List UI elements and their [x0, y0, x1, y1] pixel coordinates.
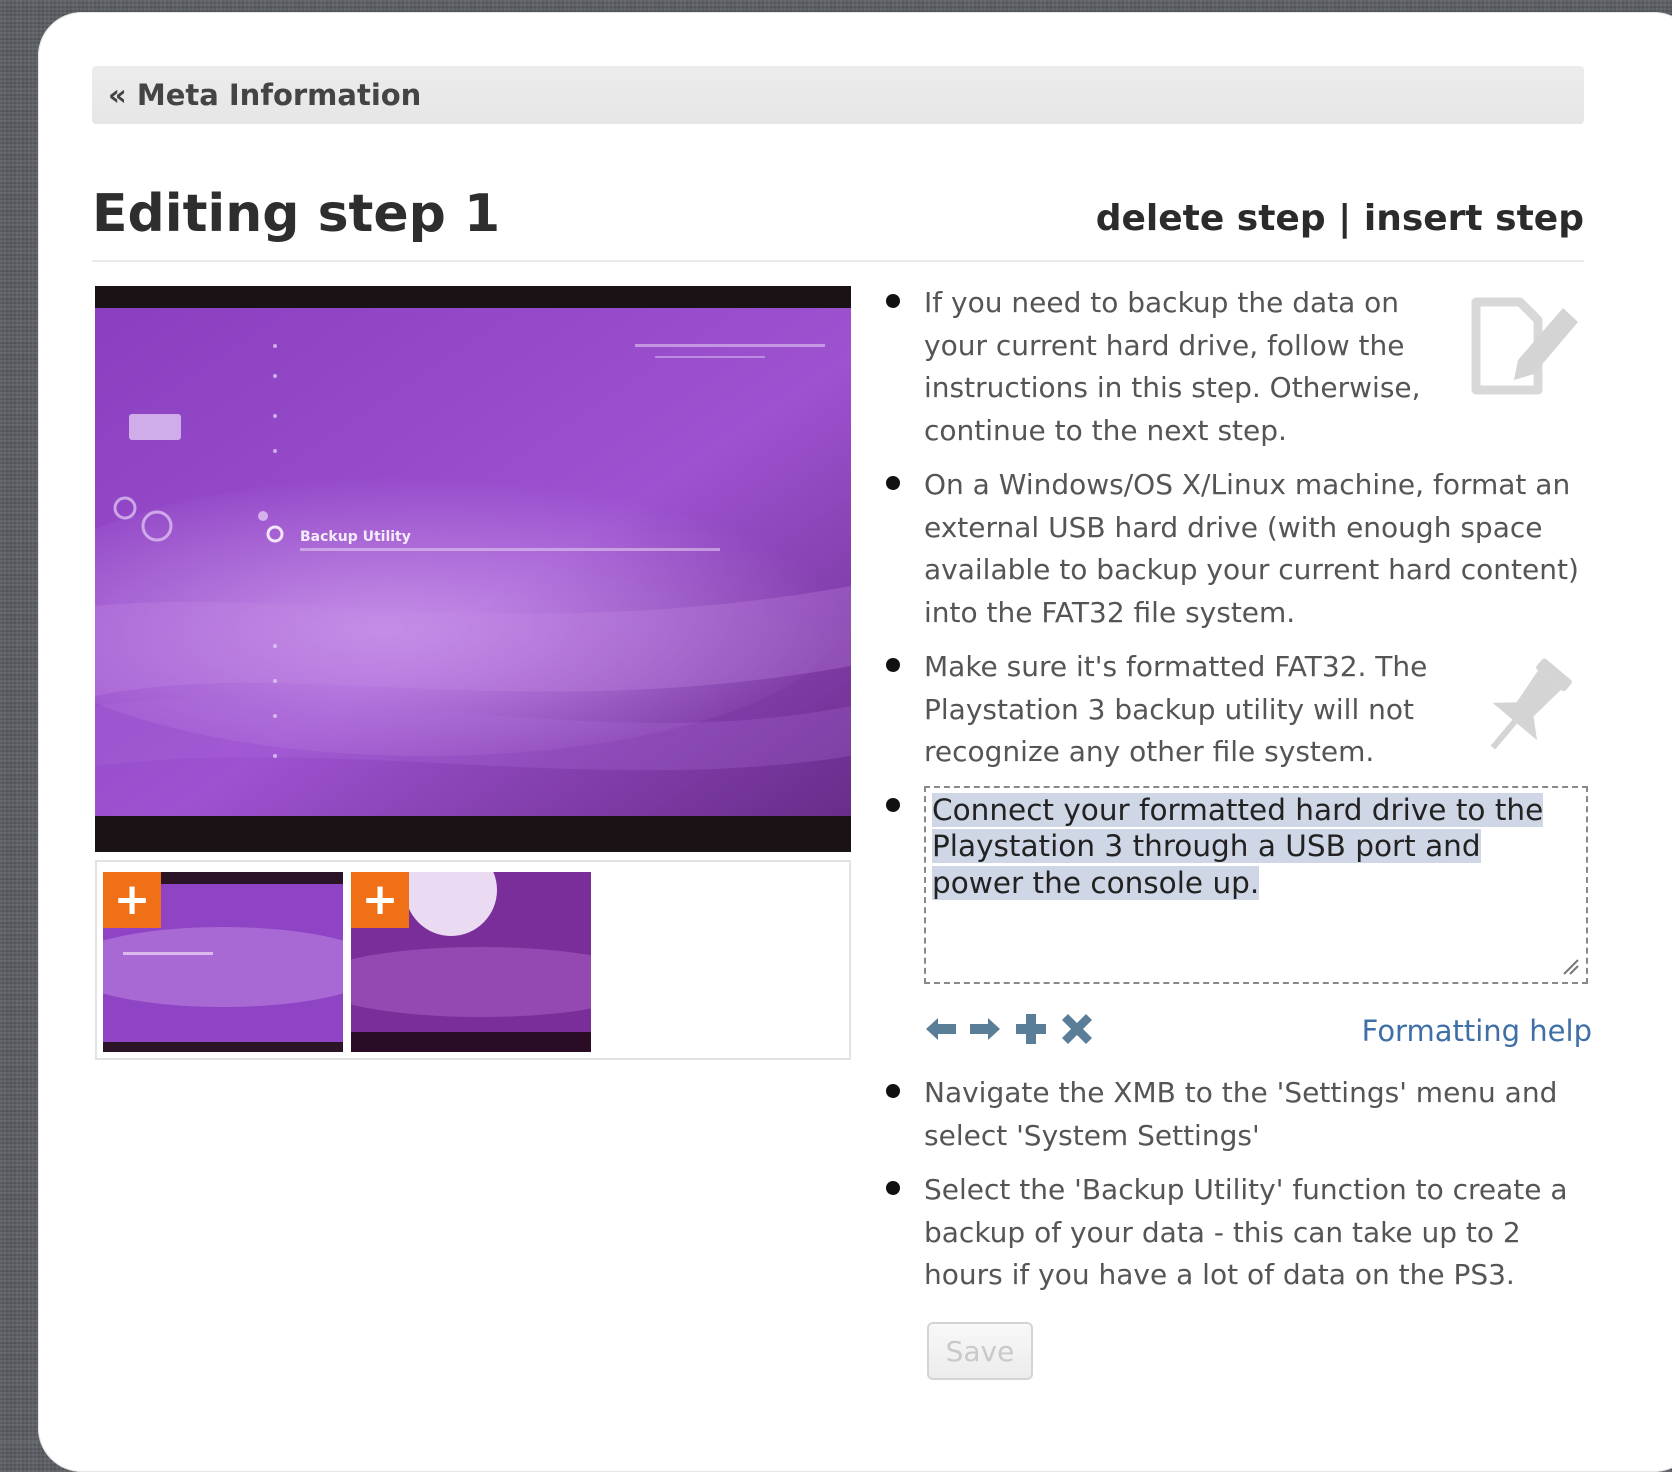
bullet-dot [886, 1084, 900, 1098]
add-image-button[interactable]: + [351, 872, 409, 928]
step-bullets-continued: Navigate the XMB to the 'Settings' menu … [882, 1072, 1602, 1309]
arrow-left-icon[interactable] [924, 1012, 958, 1046]
bullet-dot [886, 658, 900, 672]
bullet-item[interactable]: Make sure it's formatted FAT32. The Play… [882, 646, 1602, 774]
selected-text: Connect your formatted hard drive to the… [932, 792, 1544, 900]
step-bullets: If you need to backup the data on your c… [882, 282, 1602, 984]
bullet-dot [886, 797, 900, 812]
main-step-image[interactable]: Backup Utility [95, 286, 851, 852]
bullet-text: Navigate the XMB to the 'Settings' menu … [924, 1076, 1558, 1152]
bullet-dot [886, 476, 900, 490]
save-button[interactable]: Save [927, 1322, 1033, 1380]
bullet-edit-textarea[interactable]: Connect your formatted hard drive to the… [924, 785, 1588, 984]
meta-information-link[interactable]: « Meta Information [108, 78, 421, 112]
add-bullet-icon[interactable] [1014, 1012, 1048, 1046]
actions-separator: | [1338, 198, 1352, 239]
bullet-item[interactable]: Select the 'Backup Utility' function to … [882, 1169, 1602, 1297]
insert-step-link[interactable]: insert step [1364, 198, 1584, 239]
step-heading-row: Editing step 1 delete step | insert step [92, 188, 1584, 262]
bullet-item[interactable]: If you need to backup the data on your c… [882, 282, 1602, 452]
bullet-item-editing[interactable]: Connect your formatted hard drive to the… [882, 785, 1602, 984]
bullet-text: Make sure it's formatted FAT32. The Play… [924, 650, 1428, 768]
bullet-text: On a Windows/OS X/Linux machine, format … [924, 468, 1579, 629]
bullet-dot [886, 1181, 900, 1195]
bullet-item[interactable]: On a Windows/OS X/Linux machine, format … [882, 464, 1602, 634]
formatting-help-link[interactable]: Formatting help [1362, 1014, 1592, 1048]
thumbnail-2[interactable]: + [351, 872, 591, 1052]
bullet-edit-text[interactable]: Connect your formatted hard drive to the… [932, 792, 1580, 902]
thumbnail-strip: + + [95, 860, 851, 1060]
arrow-right-icon[interactable] [968, 1012, 1002, 1046]
bullet-text: If you need to backup the data on your c… [924, 286, 1421, 447]
bullet-toolbar: Formatting help [924, 1000, 1592, 1062]
page-title: Editing step 1 [92, 184, 501, 244]
delete-step-link[interactable]: delete step [1096, 198, 1326, 239]
add-image-button[interactable]: + [103, 872, 161, 928]
ps3-screen-photo: Backup Utility [95, 286, 851, 852]
bullet-item[interactable]: Navigate the XMB to the 'Settings' menu … [882, 1072, 1602, 1157]
delete-bullet-icon[interactable] [1060, 1012, 1094, 1046]
resize-grip-icon[interactable] [1560, 956, 1580, 976]
step-actions: delete step | insert step [1096, 188, 1584, 239]
bullet-dot [886, 294, 900, 308]
meta-bar: « Meta Information [92, 66, 1584, 124]
thumbnail-1[interactable]: + [103, 872, 343, 1052]
bullet-text: Select the 'Backup Utility' function to … [924, 1173, 1568, 1291]
image-menu-caption: Backup Utility [300, 529, 411, 545]
